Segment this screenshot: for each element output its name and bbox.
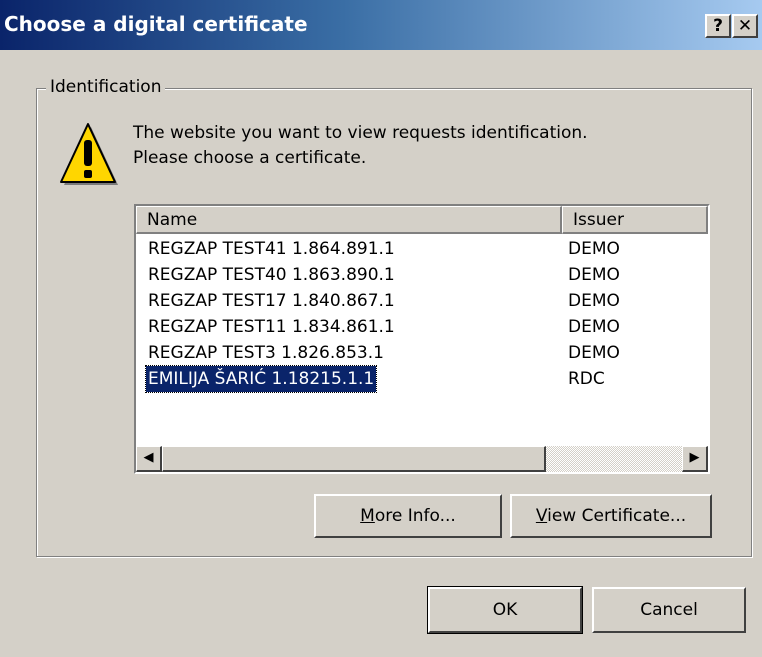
close-icon: ✕ <box>737 16 753 36</box>
cert-issuer: DEMO <box>568 343 620 363</box>
table-row-selected[interactable]: EMILIJA ŠARIĆ 1.18215.1.1 RDC <box>136 365 708 393</box>
column-header-name[interactable]: Name <box>136 206 562 234</box>
title-bar[interactable]: Choose a digital certificate ? ✕ <box>0 0 762 50</box>
cert-name: EMILIJA ŠARIĆ 1.18215.1.1 <box>144 365 378 393</box>
table-row[interactable]: REGZAP TEST17 1.840.867.1 DEMO <box>136 288 708 314</box>
column-header-issuer[interactable]: Issuer <box>562 206 708 234</box>
list-header: Name Issuer <box>136 206 708 234</box>
help-icon: ? <box>713 16 723 36</box>
cert-issuer: DEMO <box>568 317 620 337</box>
cert-name: REGZAP TEST41 1.864.891.1 <box>148 239 395 259</box>
cert-name: REGZAP TEST3 1.826.853.1 <box>148 343 384 363</box>
cert-issuer: DEMO <box>568 239 620 259</box>
arrow-right-icon: ▶ <box>689 450 700 465</box>
scroll-right-button[interactable]: ▶ <box>682 446 708 472</box>
table-row[interactable]: REGZAP TEST41 1.864.891.1 DEMO <box>136 236 708 262</box>
scrollbar-thumb[interactable] <box>162 446 546 472</box>
ok-button[interactable]: OK <box>427 586 583 634</box>
cancel-button[interactable]: Cancel <box>592 587 746 633</box>
cert-issuer: DEMO <box>568 291 620 311</box>
group-legend: Identification <box>46 77 166 97</box>
cert-issuer: DEMO <box>568 265 620 285</box>
table-row[interactable]: REGZAP TEST40 1.863.890.1 DEMO <box>136 262 708 288</box>
close-button[interactable]: ✕ <box>732 14 758 38</box>
more-info-button[interactable]: More Info... <box>314 494 502 538</box>
horizontal-scrollbar[interactable]: ◀ ▶ <box>136 446 708 472</box>
warning-icon <box>60 123 118 185</box>
table-row[interactable]: REGZAP TEST3 1.826.853.1 DEMO <box>136 340 708 366</box>
message-line-1: The website you want to view requests id… <box>133 123 588 143</box>
message-line-2: Please choose a certificate. <box>133 148 367 168</box>
view-certificate-button[interactable]: View Certificate... <box>510 494 712 538</box>
help-button[interactable]: ? <box>705 14 731 38</box>
window-title: Choose a digital certificate <box>4 12 308 36</box>
scroll-left-button[interactable]: ◀ <box>136 446 162 472</box>
table-row[interactable]: REGZAP TEST11 1.834.861.1 DEMO <box>136 314 708 340</box>
cert-name: REGZAP TEST17 1.840.867.1 <box>148 291 395 311</box>
certificate-list[interactable]: Name Issuer REGZAP TEST41 1.864.891.1 DE… <box>134 204 710 474</box>
cert-name: REGZAP TEST40 1.863.890.1 <box>148 265 395 285</box>
message-text: The website you want to view requests id… <box>133 121 588 171</box>
cert-name: REGZAP TEST11 1.834.861.1 <box>148 317 395 337</box>
certificate-dialog: Choose a digital certificate ? ✕ Identif… <box>0 0 762 657</box>
arrow-left-icon: ◀ <box>143 450 154 465</box>
cert-issuer: RDC <box>568 369 605 389</box>
